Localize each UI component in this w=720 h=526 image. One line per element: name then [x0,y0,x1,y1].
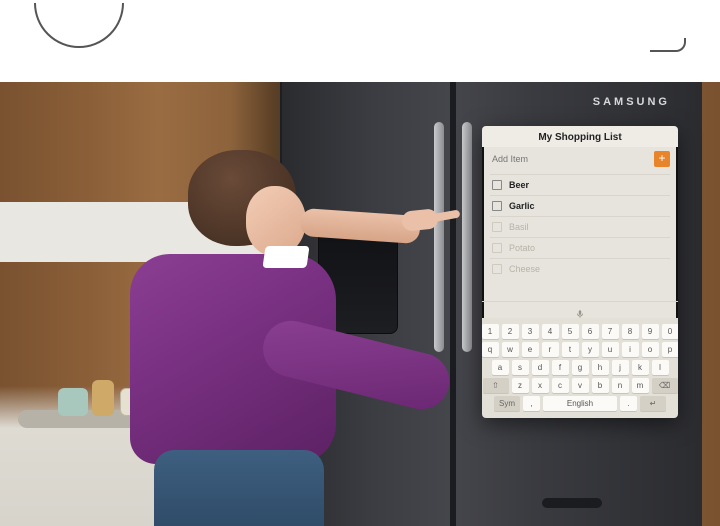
keyboard-key[interactable]: g [572,360,589,375]
keyboard-key[interactable]: y [582,342,599,357]
shopping-list-item[interactable]: Beer [490,174,670,195]
item-checkbox[interactable] [492,264,502,274]
keyboard-key[interactable]: r [542,342,559,357]
keyboard-key[interactable]: c [552,378,569,393]
microphone-icon[interactable] [575,306,585,316]
keyboard-key[interactable]: 4 [542,324,559,339]
fridge-handle-right [462,122,472,352]
keyboard-key[interactable]: m [632,378,649,393]
keyboard-key[interactable]: . [620,396,637,411]
keyboard-key[interactable]: u [602,342,619,357]
keyboard-key[interactable]: 9 [642,324,659,339]
item-label: Potato [509,243,535,253]
keyboard-key[interactable]: 2 [502,324,519,339]
speaker-grille [542,498,602,508]
keyboard-key[interactable]: j [612,360,629,375]
keyboard-key[interactable]: x [532,378,549,393]
keyboard-key[interactable]: d [532,360,549,375]
fridge-touchscreen[interactable]: My Shopping List + Beer Garlic Basil Potato… [482,126,678,418]
keyboard-key[interactable]: ⌫ [652,378,678,393]
keyboard-key[interactable]: 7 [602,324,619,339]
keyboard-key[interactable]: , [523,396,540,411]
keyboard-key[interactable]: a [492,360,509,375]
item-checkbox[interactable] [492,180,502,190]
item-checkbox[interactable] [492,201,502,211]
keyboard-key[interactable]: w [502,342,519,357]
keyboard-key[interactable]: 8 [622,324,639,339]
item-label: Cheese [509,264,540,274]
item-label: Garlic [509,201,535,211]
keyboard-key[interactable]: q [482,342,499,357]
keyboard-key[interactable]: v [572,378,589,393]
keyboard-key[interactable]: o [642,342,659,357]
fridge-door-seam [450,82,456,526]
keyboard-key[interactable]: s [512,360,529,375]
keyboard-key[interactable]: k [632,360,649,375]
screen-title: My Shopping List [482,126,678,147]
keyboard-key[interactable]: ↵ [640,396,666,411]
decorative-tail [650,38,686,52]
keyboard-key[interactable]: e [522,342,539,357]
kitchen-backsplash [0,202,280,262]
fridge-handle-left [434,122,444,352]
keyboard-key[interactable]: 0 [662,324,679,339]
scene-root: SAMSUNG My Shopping List + Beer Garlic Bas… [0,0,720,526]
smart-fridge: SAMSUNG My Shopping List + Beer Garlic Bas… [280,82,702,526]
keyboard-key[interactable]: z [512,378,529,393]
keyboard-key[interactable]: i [622,342,639,357]
item-label: Beer [509,180,529,190]
shopping-list: Beer Garlic Basil Potato Cheese [482,174,678,301]
add-item-button[interactable]: + [654,151,670,167]
keyboard-key[interactable]: b [592,378,609,393]
keyboard-key[interactable]: 1 [482,324,499,339]
shopping-list-item[interactable]: Garlic [490,195,670,216]
keyboard-spacebar[interactable]: English [543,396,617,411]
page-top-whitespace [0,0,720,82]
add-item-row: + [482,147,678,174]
item-checkbox[interactable] [492,222,502,232]
shopping-list-item[interactable]: Cheese [490,258,670,279]
keyboard-key[interactable]: Sym [494,396,520,411]
keyboard-key[interactable]: p [662,342,679,357]
keyboard-key[interactable]: n [612,378,629,393]
keyboard-key[interactable]: ⇧ [483,378,509,393]
shopping-list-item[interactable]: Potato [490,237,670,258]
keyboard-key[interactable]: 6 [582,324,599,339]
item-checkbox[interactable] [492,243,502,253]
keyboard-key[interactable]: h [592,360,609,375]
keyboard-key[interactable]: l [652,360,669,375]
decorative-arc [34,0,124,48]
counter-jar [120,388,148,416]
keyboard-key[interactable]: 3 [522,324,539,339]
on-screen-keyboard: 1234567890 qwertyuiop asdfghjkl ⇧zxcvbnm… [482,318,678,418]
voice-input-row [482,301,678,318]
counter-jar [58,388,88,416]
shopping-list-item[interactable]: Basil [490,216,670,237]
item-label: Basil [509,222,529,232]
keyboard-key[interactable]: 5 [562,324,579,339]
keyboard-key[interactable]: t [562,342,579,357]
add-item-input[interactable] [490,150,648,168]
counter-jar [92,380,114,416]
appliance-brand: SAMSUNG [593,96,670,108]
keyboard-key[interactable]: f [552,360,569,375]
